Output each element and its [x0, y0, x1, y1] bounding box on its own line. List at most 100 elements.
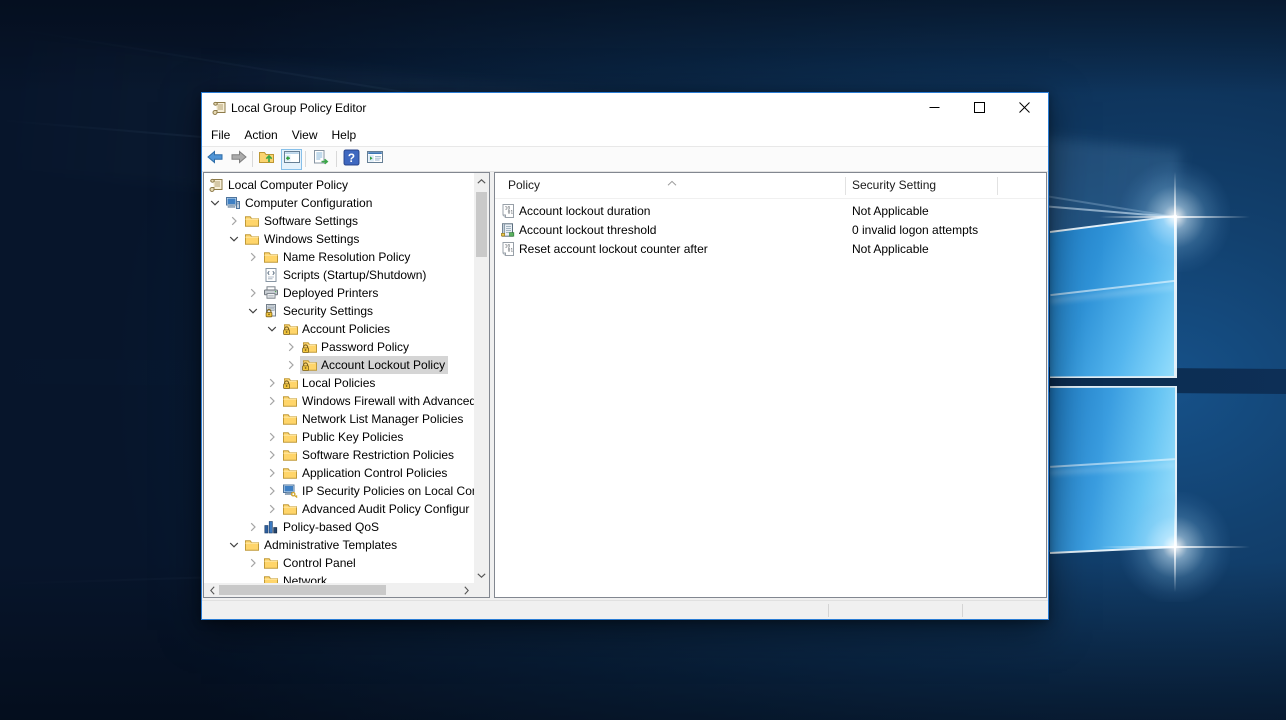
tree-item-advanced-audit-policy-configur[interactable]: Advanced Audit Policy Configur — [204, 500, 474, 518]
tree-item-label: Advanced Audit Policy Configur — [302, 502, 469, 516]
tree-item-content: Account Lockout Policy — [300, 356, 448, 374]
scroll-up-button[interactable] — [474, 173, 489, 189]
tree-item-label: IP Security Policies on Local Con — [302, 484, 474, 498]
export-list-button[interactable] — [312, 151, 330, 168]
lens-flare-top — [1120, 162, 1230, 272]
scroll-down-button[interactable] — [474, 567, 489, 583]
script-doc-icon — [263, 267, 279, 283]
tree-item-content: Policy-based QoS — [262, 518, 382, 536]
tree-item-local-policies[interactable]: Local Policies — [204, 374, 474, 392]
tree-vertical-scrollbar[interactable] — [474, 173, 489, 583]
chevron-right-icon[interactable] — [245, 519, 261, 535]
menu-item-file[interactable]: File — [204, 124, 237, 146]
chevron-right-icon[interactable] — [264, 501, 280, 517]
tree-item-content: Software Settings — [243, 212, 361, 230]
chevron-right-icon[interactable] — [226, 213, 242, 229]
scroll-left-button[interactable] — [204, 583, 220, 597]
forward-arrow-button[interactable] — [230, 151, 248, 168]
chevron-right-icon[interactable] — [264, 393, 280, 409]
lens-flare-streak — [1100, 546, 1250, 548]
tree-item-scripts-startup-shutdown[interactable]: Scripts (Startup/Shutdown) — [204, 266, 474, 284]
tree-item-administrative-templates[interactable]: Administrative Templates — [204, 536, 474, 554]
chevron-right-icon[interactable] — [245, 285, 261, 301]
horizontal-scrollbar-thumb[interactable] — [219, 585, 386, 595]
list-row-reset-account-lockout-counter-after[interactable]: 1001Reset account lockout counter afterN… — [495, 240, 1046, 259]
computer-icon — [225, 195, 241, 211]
list-row-account-lockout-threshold[interactable]: Account lockout threshold0 invalid logon… — [495, 221, 1046, 240]
chevron-down-icon[interactable] — [264, 321, 280, 337]
folder-icon — [282, 447, 298, 463]
chevron-right-icon[interactable] — [264, 483, 280, 499]
tree-item-content: Network — [262, 572, 330, 583]
column-divider[interactable] — [845, 177, 846, 195]
show-properties-button[interactable] — [366, 151, 384, 168]
chevron-down-icon[interactable] — [226, 537, 242, 553]
tree-item-windows-firewall-with-advanced[interactable]: Windows Firewall with Advanced — [204, 392, 474, 410]
tree-item-account-lockout-policy[interactable]: Account Lockout Policy — [204, 356, 474, 374]
maximize-button[interactable] — [957, 93, 1002, 124]
chevron-right-icon[interactable] — [245, 555, 261, 571]
chevron-right-icon[interactable] — [264, 429, 280, 445]
menu-item-view[interactable]: View — [285, 124, 325, 146]
folder-icon — [244, 231, 260, 247]
gpedit-scroll-icon — [211, 100, 227, 116]
chevron-down-icon[interactable] — [207, 195, 223, 211]
status-bar-divider — [828, 604, 829, 617]
tree-item-security-settings[interactable]: Security Settings — [204, 302, 474, 320]
chevron-down-icon[interactable] — [245, 303, 261, 319]
tree-item-label: Local Policies — [302, 376, 375, 390]
tree-item-network-list-manager-policies[interactable]: Network List Manager Policies — [204, 410, 474, 428]
scroll-right-button[interactable] — [458, 583, 474, 597]
forward-arrow-icon — [230, 149, 248, 170]
column-header-policy[interactable]: Policy — [508, 173, 540, 198]
tree-horizontal-scrollbar[interactable] — [204, 583, 474, 597]
tree-item-network[interactable]: Network — [204, 572, 474, 583]
column-divider[interactable] — [997, 177, 998, 195]
chevron-right-icon[interactable] — [283, 339, 299, 355]
tree-item-software-settings[interactable]: Software Settings — [204, 212, 474, 230]
desktop: Local Group Policy Editor FileActionView… — [0, 0, 1286, 720]
tree-item-computer-configuration[interactable]: Computer Configuration — [204, 194, 474, 212]
tree-item-deployed-printers[interactable]: Deployed Printers — [204, 284, 474, 302]
tree-item-local-computer-policy[interactable]: Local Computer Policy — [204, 176, 474, 194]
tree-item-account-policies[interactable]: Account Policies — [204, 320, 474, 338]
up-one-level-button[interactable] — [258, 151, 276, 168]
tree-item-label: Account Policies — [302, 322, 390, 336]
tree-item-software-restriction-policies[interactable]: Software Restriction Policies — [204, 446, 474, 464]
policy-name: Account lockout duration — [519, 202, 650, 221]
column-header-security-setting[interactable]: Security Setting — [852, 173, 936, 198]
tree-item-control-panel[interactable]: Control Panel — [204, 554, 474, 572]
windows-logo-upper-pane — [1050, 215, 1177, 378]
menu-item-action[interactable]: Action — [237, 124, 284, 146]
tree-item-label: Control Panel — [283, 556, 356, 570]
chevron-right-icon[interactable] — [245, 249, 261, 265]
back-arrow-button[interactable] — [206, 151, 224, 168]
chevron-right-icon[interactable] — [264, 465, 280, 481]
close-button[interactable] — [1002, 93, 1047, 124]
list-row-account-lockout-duration[interactable]: 1001Account lockout durationNot Applicab… — [495, 202, 1046, 221]
minimize-button[interactable] — [912, 93, 957, 124]
help-button[interactable]: ? — [342, 151, 360, 168]
tree-item-label: Computer Configuration — [245, 196, 372, 210]
folder-icon — [282, 411, 298, 427]
tree-item-ip-security-policies-on-local-con[interactable]: IP Security Policies on Local Con — [204, 482, 474, 500]
tree-item-password-policy[interactable]: Password Policy — [204, 338, 474, 356]
chevron-right-icon[interactable] — [264, 375, 280, 391]
tree-item-application-control-policies[interactable]: Application Control Policies — [204, 464, 474, 482]
tree-item-content: Network List Manager Policies — [281, 410, 466, 428]
show-console-tree-button[interactable] — [281, 149, 302, 170]
chevron-down-icon[interactable] — [226, 231, 242, 247]
tree-item-name-resolution-policy[interactable]: Name Resolution Policy — [204, 248, 474, 266]
tree-item-label: Scripts (Startup/Shutdown) — [283, 268, 426, 282]
chevron-right-icon[interactable] — [264, 447, 280, 463]
vertical-scrollbar-thumb[interactable] — [476, 192, 487, 257]
tree-item-public-key-policies[interactable]: Public Key Policies — [204, 428, 474, 446]
gpedit-scroll-icon — [208, 177, 224, 193]
tree-item-content: Local Computer Policy — [207, 176, 351, 194]
tree-item-policy-based-qos[interactable]: Policy-based QoS — [204, 518, 474, 536]
server-lock-icon — [263, 303, 279, 319]
tree-item-label: Policy-based QoS — [283, 520, 379, 534]
tree-item-windows-settings[interactable]: Windows Settings — [204, 230, 474, 248]
menu-item-help[interactable]: Help — [325, 124, 364, 146]
chevron-right-icon[interactable] — [283, 357, 299, 373]
